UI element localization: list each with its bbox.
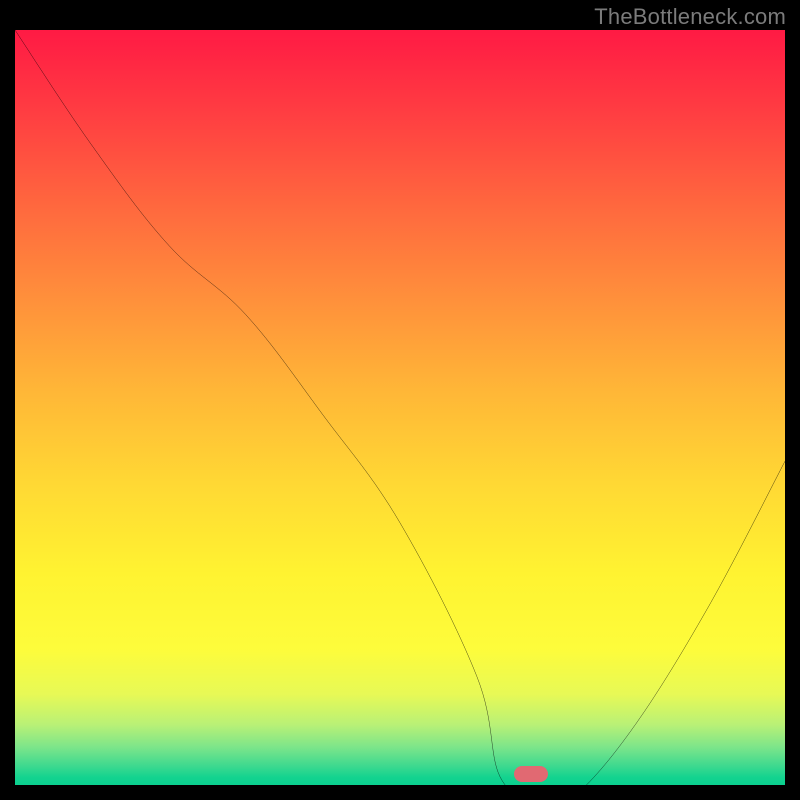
bottleneck-chart [15,30,785,785]
optimal-marker [514,766,548,782]
watermark-text: TheBottleneck.com [594,4,786,30]
chart-curve [15,30,785,800]
